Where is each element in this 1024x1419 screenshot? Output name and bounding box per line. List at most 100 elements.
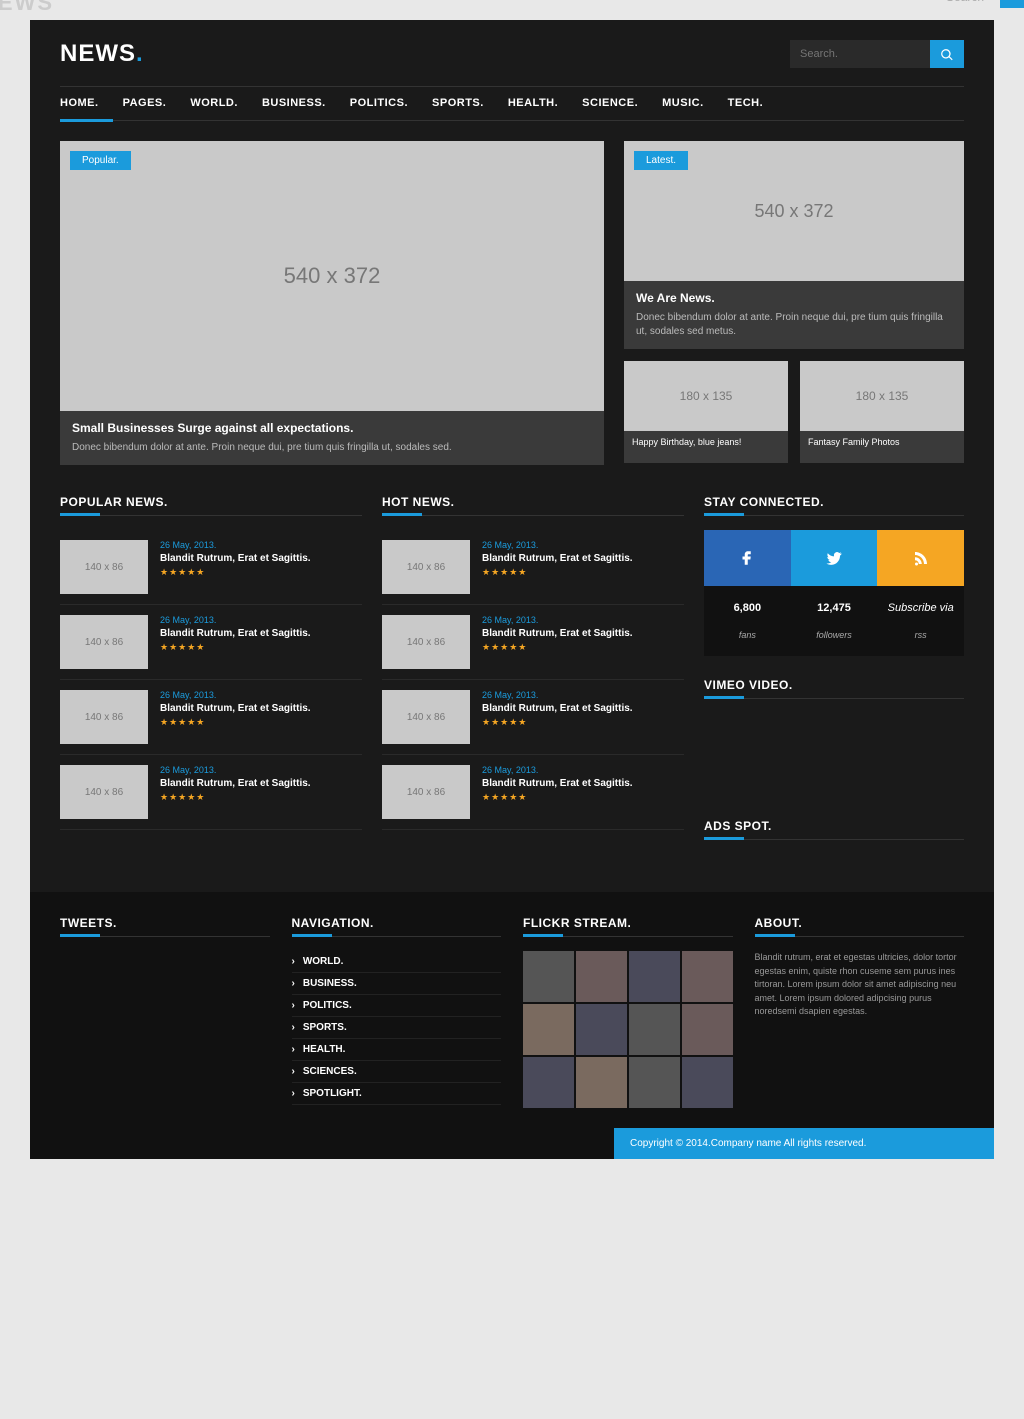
twitter-stats: 12,475followers bbox=[791, 586, 878, 656]
nav-health[interactable]: HEALTH. bbox=[508, 87, 572, 120]
news-title: Blandit Rutrum, Erat et Sagittis. bbox=[160, 628, 311, 639]
flickr-thumb[interactable] bbox=[682, 951, 733, 1002]
footer-tweets: TWEETS. bbox=[60, 916, 270, 1108]
news-title: Blandit Rutrum, Erat et Sagittis. bbox=[482, 703, 633, 714]
thumb-title: Fantasy Family Photos bbox=[800, 431, 964, 463]
flickr-thumb[interactable] bbox=[576, 951, 627, 1002]
news-item[interactable]: 140 x 8626 May, 2013.Blandit Rutrum, Era… bbox=[60, 605, 362, 680]
logo-dot: . bbox=[136, 40, 144, 67]
news-rating: ★★★★★ bbox=[160, 792, 311, 803]
nav-pages[interactable]: PAGES. bbox=[123, 87, 181, 120]
news-item[interactable]: 140 x 8626 May, 2013.Blandit Rutrum, Era… bbox=[382, 680, 684, 755]
footer-about: ABOUT. Blandit rutrum, erat et egestas u… bbox=[755, 916, 965, 1108]
nav-world[interactable]: WORLD. bbox=[190, 87, 252, 120]
news-thumb: 140 x 86 bbox=[60, 615, 148, 669]
flickr-thumb[interactable] bbox=[682, 1004, 733, 1055]
flickr-thumb[interactable] bbox=[629, 1004, 680, 1055]
hero-main-image: 540 x 372 bbox=[60, 141, 604, 411]
rss-stats: Subscribe viarss bbox=[877, 586, 964, 656]
flickr-thumb[interactable] bbox=[576, 1004, 627, 1055]
rss-button[interactable] bbox=[877, 530, 964, 586]
hero-thumb[interactable]: 180 x 135 Fantasy Family Photos bbox=[800, 361, 964, 463]
news-item[interactable]: 140 x 8626 May, 2013.Blandit Rutrum, Era… bbox=[60, 680, 362, 755]
flickr-heading: FLICKR STREAM. bbox=[523, 916, 733, 937]
about-heading: ABOUT. bbox=[755, 916, 965, 937]
news-date: 26 May, 2013. bbox=[160, 690, 311, 700]
latest-tag: Latest. bbox=[634, 151, 688, 170]
ghost-search-text: Search bbox=[946, 0, 984, 4]
footer-nav-item[interactable]: BUSINESS. bbox=[292, 973, 502, 995]
nav-sports[interactable]: SPORTS. bbox=[432, 87, 498, 120]
news-item[interactable]: 140 x 8626 May, 2013.Blandit Rutrum, Era… bbox=[382, 530, 684, 605]
footer-nav-item[interactable]: WORLD. bbox=[292, 951, 502, 973]
footer-nav-item[interactable]: SPORTS. bbox=[292, 1017, 502, 1039]
hero-latest-title: We Are News. bbox=[636, 291, 952, 305]
ghost-search-button[interactable] bbox=[1000, 0, 1024, 8]
main-nav: HOME. PAGES. WORLD. BUSINESS. POLITICS. … bbox=[60, 86, 964, 121]
flickr-thumb[interactable] bbox=[682, 1057, 733, 1108]
facebook-button[interactable] bbox=[704, 530, 791, 586]
flickr-thumb[interactable] bbox=[523, 1004, 574, 1055]
footer-nav-item[interactable]: SCIENCES. bbox=[292, 1061, 502, 1083]
flickr-thumb[interactable] bbox=[576, 1057, 627, 1108]
flickr-thumb[interactable] bbox=[629, 1057, 680, 1108]
news-thumb: 140 x 86 bbox=[60, 690, 148, 744]
news-rating: ★★★★★ bbox=[482, 717, 633, 728]
hero-popular[interactable]: Popular. 540 x 372 Small Businesses Surg… bbox=[60, 141, 604, 465]
nav-science[interactable]: SCIENCE. bbox=[582, 87, 652, 120]
twitter-button[interactable] bbox=[791, 530, 878, 586]
nav-home[interactable]: HOME. bbox=[60, 87, 113, 122]
footer-nav-item[interactable]: HEALTH. bbox=[292, 1039, 502, 1061]
popular-tag: Popular. bbox=[70, 151, 131, 170]
nav-music[interactable]: MUSIC. bbox=[662, 87, 718, 120]
news-thumb: 140 x 86 bbox=[60, 540, 148, 594]
hero-latest[interactable]: Latest. 540 x 372 We Are News. Donec bib… bbox=[624, 141, 964, 349]
news-thumb: 140 x 86 bbox=[382, 615, 470, 669]
vimeo-heading: VIMEO VIDEO. bbox=[704, 678, 964, 699]
news-rating: ★★★★★ bbox=[160, 567, 311, 578]
navigation-heading: NAVIGATION. bbox=[292, 916, 502, 937]
news-item[interactable]: 140 x 8626 May, 2013.Blandit Rutrum, Era… bbox=[60, 755, 362, 830]
search-input[interactable] bbox=[790, 40, 930, 68]
popular-news-heading: POPULAR NEWS. bbox=[60, 495, 362, 516]
popular-news-column: POPULAR NEWS. 140 x 86 26 May, 2013. Bland… bbox=[60, 495, 362, 862]
logo-text: NEWS bbox=[60, 40, 136, 67]
news-item[interactable]: 140 x 86 26 May, 2013. Blandit Rutrum, Era… bbox=[382, 605, 684, 680]
news-date: 26 May, 2013. bbox=[160, 540, 311, 550]
news-rating: ★★★★★ bbox=[482, 642, 633, 653]
news-rating: ★★★★★ bbox=[160, 642, 311, 653]
flickr-thumb[interactable] bbox=[523, 1057, 574, 1108]
facebook-icon bbox=[738, 549, 756, 567]
news-rating: ★★★★★ bbox=[482, 567, 633, 578]
hero-main-desc: Donec bibendum dolor at ante. Proin nequ… bbox=[72, 441, 592, 455]
ads-heading: ADS SPOT. bbox=[704, 819, 964, 840]
hero-thumb[interactable]: 180 x 135 Happy Birthday, blue jeans! bbox=[624, 361, 788, 463]
site-logo[interactable]: NEWS. bbox=[60, 40, 144, 68]
tweets-heading: TWEETS. bbox=[60, 916, 270, 937]
hot-news-column: HOT NEWS. 140 x 86 26 May, 2013. Blandit R… bbox=[382, 495, 684, 862]
nav-tech[interactable]: TECH. bbox=[728, 87, 778, 120]
footer-nav-item[interactable]: POLITICS. bbox=[292, 995, 502, 1017]
rss-icon bbox=[912, 549, 930, 567]
flickr-thumb[interactable] bbox=[629, 951, 680, 1002]
news-title: Blandit Rutrum, Erat et Sagittis. bbox=[482, 628, 633, 639]
news-title: Blandit Rutrum, Erat et Sagittis. bbox=[160, 553, 311, 564]
news-item[interactable]: 140 x 86 26 May, 2013. Blandit Rutrum, Era… bbox=[60, 530, 362, 605]
news-date: 26 May, 2013. bbox=[482, 540, 633, 550]
hot-news-heading: HOT NEWS. bbox=[382, 495, 684, 516]
twitter-icon bbox=[825, 549, 843, 567]
news-item[interactable]: 140 x 8626 May, 2013.Blandit Rutrum, Era… bbox=[382, 755, 684, 830]
news-rating: ★★★★★ bbox=[482, 792, 633, 803]
nav-politics[interactable]: POLITICS. bbox=[350, 87, 422, 120]
news-rating: ★★★★★ bbox=[160, 717, 311, 728]
news-thumb: 140 x 86 bbox=[382, 765, 470, 819]
sidebar: STAY CONNECTED. 6,800fans 12,475follower… bbox=[704, 495, 964, 862]
nav-business[interactable]: BUSINESS. bbox=[262, 87, 340, 120]
flickr-thumb[interactable] bbox=[523, 951, 574, 1002]
thumb-title: Happy Birthday, blue jeans! bbox=[624, 431, 788, 463]
news-date: 26 May, 2013. bbox=[482, 765, 633, 775]
footer-nav-item[interactable]: SPOTLIGHT. bbox=[292, 1083, 502, 1105]
search-button[interactable] bbox=[930, 40, 964, 68]
news-date: 26 May, 2013. bbox=[482, 615, 633, 625]
about-text: Blandit rutrum, erat et egestas ultricie… bbox=[755, 951, 965, 1019]
